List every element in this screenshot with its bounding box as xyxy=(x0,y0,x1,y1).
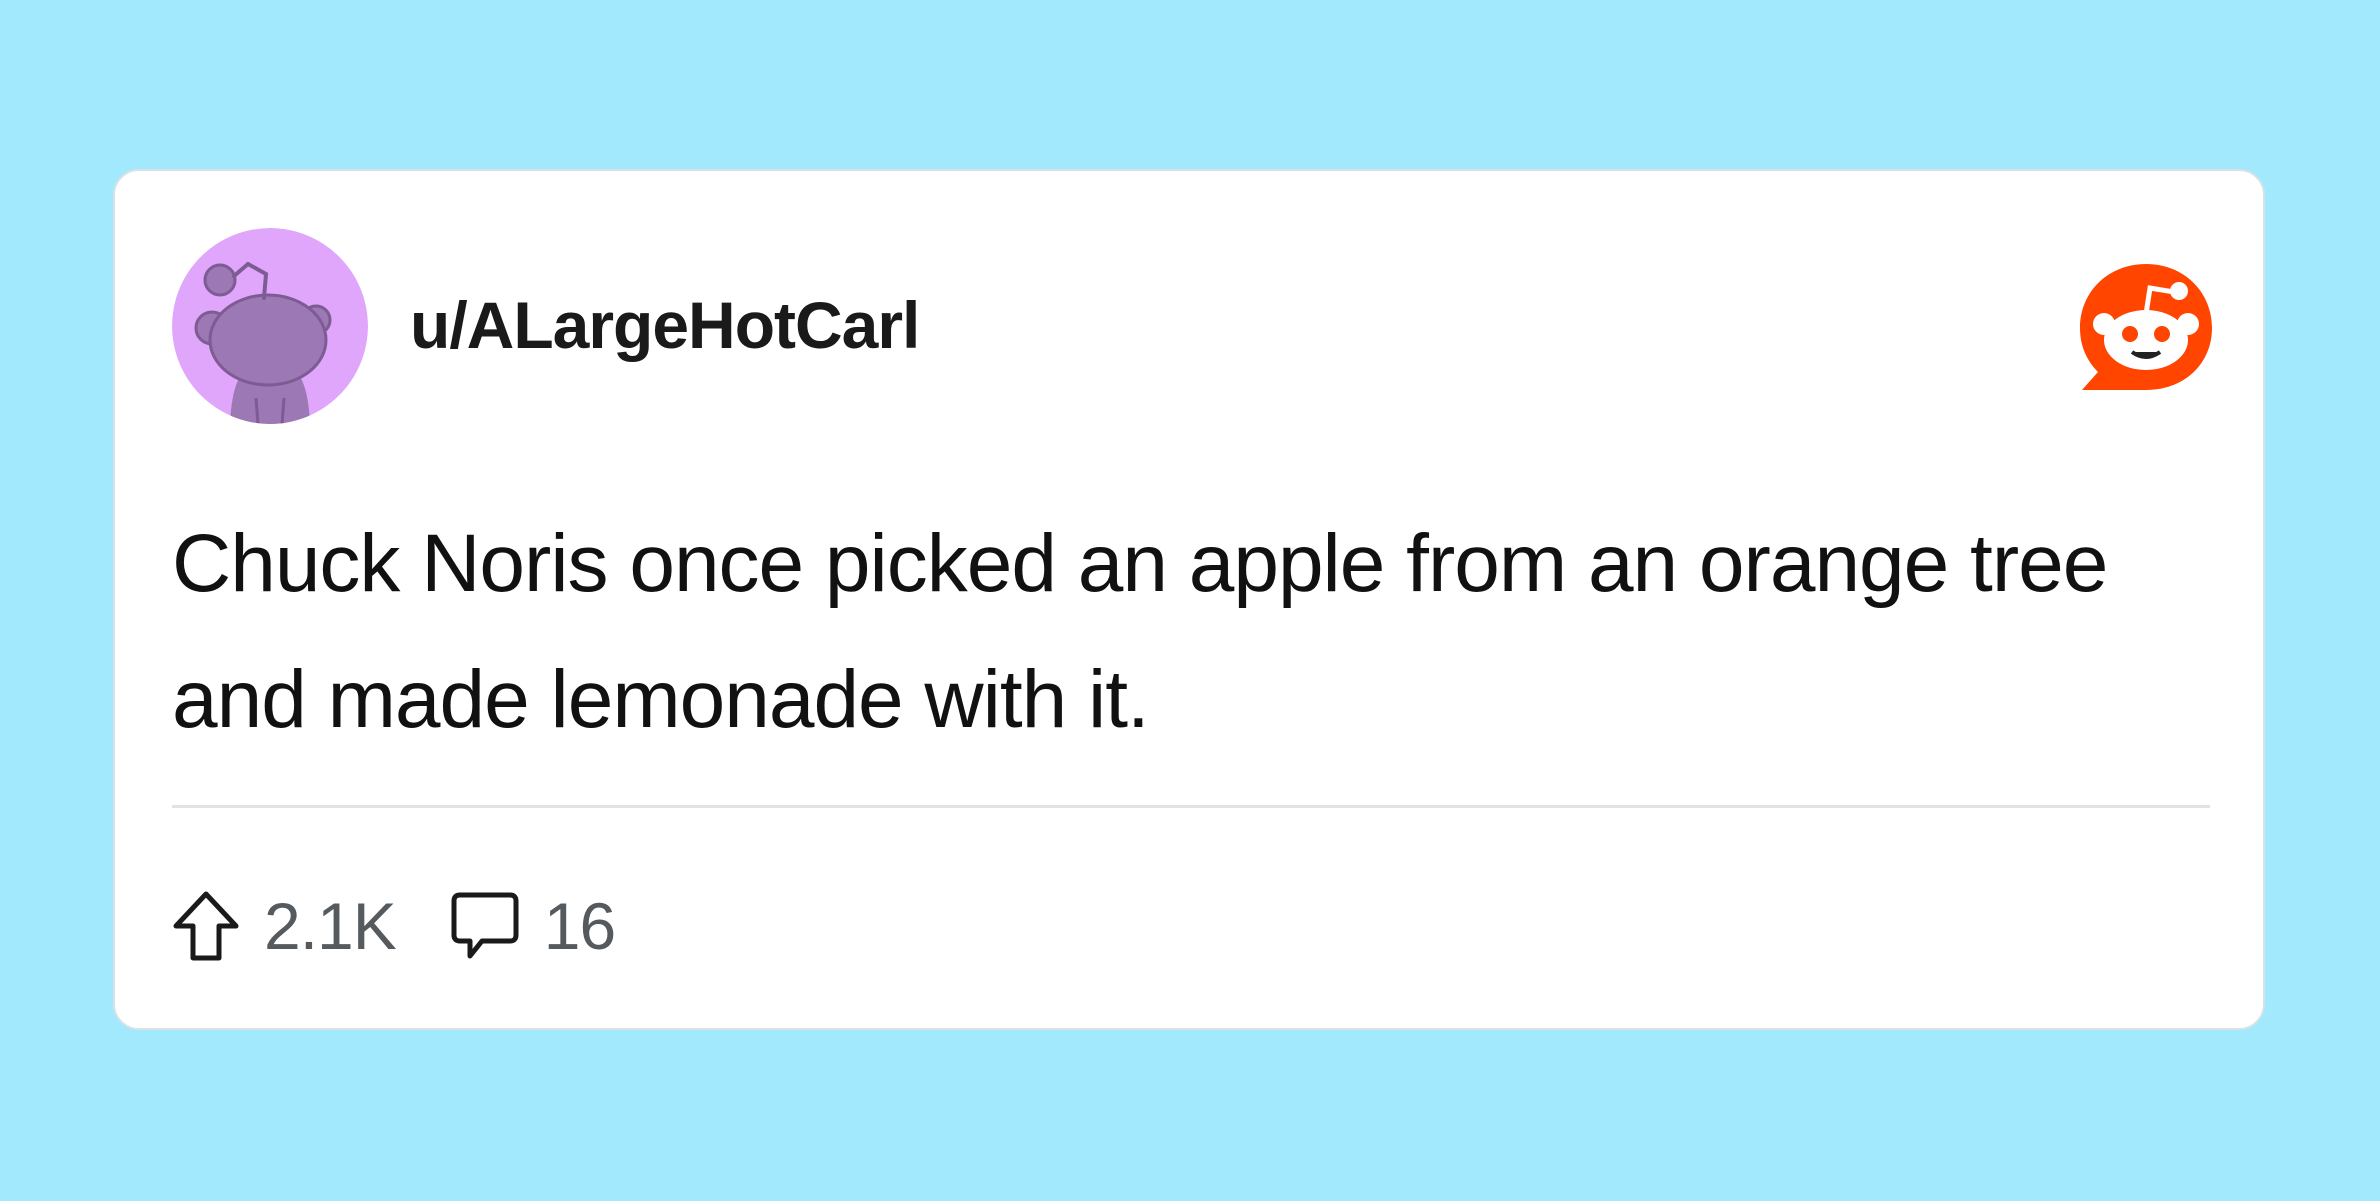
post-body-text: Chuck Noris once picked an apple from an… xyxy=(172,496,2212,768)
divider xyxy=(172,805,2210,808)
upvote-count: 2.1K xyxy=(264,889,397,963)
comments-button[interactable]: 16 xyxy=(450,886,616,966)
user-avatar[interactable] xyxy=(172,228,368,424)
post-card[interactable]: u/ALargeHotCarl Chuck Noris once picked … xyxy=(113,169,2265,1030)
comment-bubble-icon xyxy=(451,892,519,959)
post-actions: 2.1K 16 xyxy=(172,881,616,971)
upvote-arrow-icon xyxy=(173,891,239,961)
reddit-logo-icon xyxy=(2076,262,2216,398)
comment-count: 16 xyxy=(543,889,616,963)
snoo-avatar-icon xyxy=(172,228,368,424)
upvote-button[interactable]: 2.1K xyxy=(172,886,397,966)
post-body-line: Chuck Noris once picked an apple from an… xyxy=(172,518,2108,609)
post-body-line: and made lemonade with it. xyxy=(172,654,1150,745)
username[interactable]: u/ALargeHotCarl xyxy=(410,285,920,365)
